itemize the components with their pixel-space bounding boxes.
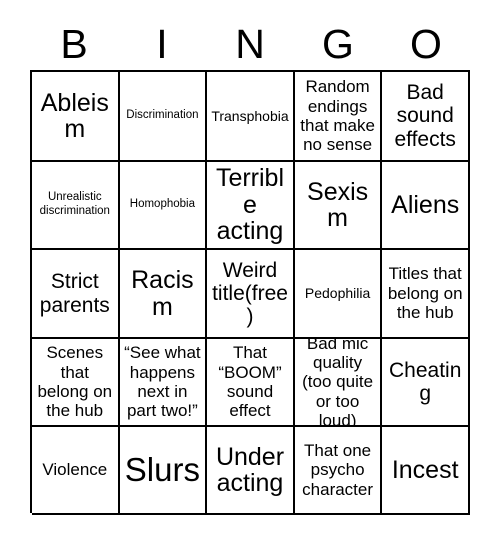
bingo-header: B I N G O [30, 18, 470, 70]
bingo-cell-label: Aliens [391, 190, 460, 219]
bingo-cell-g3[interactable]: Pedophilia [294, 250, 383, 339]
bingo-cell-label: Terrible acting [215, 164, 285, 246]
bingo-cell-free-space[interactable]: Weird title(free) [207, 250, 295, 339]
bingo-cell-label: Bad mic quality (too quite or too loud) [302, 339, 374, 427]
bingo-header-letter-o: O [410, 20, 442, 67]
bingo-cell-g2[interactable]: Sexism [294, 162, 383, 250]
bingo-card: B I N G O Ableism Discrimination Transph… [0, 0, 500, 544]
bingo-cell-i4[interactable]: “See what happens next in part two!” [119, 339, 208, 427]
bingo-cell-i2[interactable]: Homophobia [119, 162, 208, 250]
bingo-cell-o5[interactable]: Incest [382, 427, 470, 515]
bingo-cell-label: Titles that belong on the hub [387, 264, 463, 323]
bingo-cell-label: Random endings that make no sense [300, 77, 375, 155]
bingo-cell-o1[interactable]: Bad sound effects [382, 72, 470, 162]
bingo-cell-g5[interactable]: That one psycho character [294, 427, 383, 515]
bingo-cell-n2[interactable]: Terrible acting [207, 162, 295, 250]
bingo-cell-label: Ableism [40, 88, 109, 143]
bingo-cell-o2[interactable]: Aliens [382, 162, 470, 250]
bingo-header-letter-b: B [60, 20, 88, 67]
bingo-cell-i3[interactable]: Racism [119, 250, 208, 339]
bingo-cell-label: That one psycho character [302, 440, 374, 499]
bingo-header-letter-i: I [156, 20, 168, 67]
bingo-cell-g1[interactable]: Random endings that make no sense [294, 72, 383, 162]
bingo-cell-label: “See what happens next in part two!” [124, 343, 201, 421]
bingo-cell-label: Sexism [307, 177, 369, 232]
bingo-cell-label: Violence [42, 460, 108, 480]
bingo-cell-label: Incest [391, 455, 459, 484]
bingo-cell-o3[interactable]: Titles that belong on the hub [382, 250, 470, 339]
bingo-cell-label: Homophobia [129, 198, 195, 211]
bingo-cell-b4[interactable]: Scenes that belong on the hub [32, 339, 120, 427]
bingo-cell-b2[interactable]: Unrealistic discrimination [32, 162, 120, 250]
bingo-cell-label: Discrimination [126, 109, 199, 122]
bingo-cell-g4[interactable]: Bad mic quality (too quite or too loud) [294, 339, 383, 427]
bingo-cell-label: Pedophilia [304, 285, 371, 302]
bingo-cell-label: Weird title(free) [212, 258, 288, 329]
bingo-cell-b3[interactable]: Strict parents [32, 250, 120, 339]
bingo-cell-i5[interactable]: Slurs [119, 427, 208, 515]
bingo-cell-i1[interactable]: Discrimination [119, 72, 208, 162]
bingo-cell-label: Under acting [215, 442, 285, 497]
bingo-cell-n1[interactable]: Transphobia [207, 72, 295, 162]
bingo-cell-n4[interactable]: That “BOOM” sound effect [207, 339, 295, 427]
bingo-cell-label: Bad sound effects [394, 81, 456, 151]
bingo-cell-label: Cheating [388, 358, 462, 405]
bingo-header-letter-g: G [322, 20, 354, 67]
bingo-cell-label: Racism [131, 266, 194, 321]
bingo-grid: Ableism Discrimination Transphobia Rando… [30, 70, 470, 515]
bingo-cell-label: That “BOOM” sound effect [218, 343, 282, 421]
bingo-cell-o4[interactable]: Cheating [382, 339, 470, 427]
bingo-cell-label: Slurs [124, 450, 200, 488]
bingo-cell-label: Transphobia [211, 107, 289, 124]
bingo-cell-label: Unrealistic discrimination [39, 191, 110, 217]
bingo-cell-b1[interactable]: Ableism [32, 72, 120, 162]
bingo-cell-label: Scenes that belong on the hub [37, 343, 113, 421]
bingo-header-letter-n: N [235, 20, 265, 67]
bingo-cell-n5[interactable]: Under acting [207, 427, 295, 515]
bingo-cell-b5[interactable]: Violence [32, 427, 120, 515]
bingo-cell-label: Strict parents [39, 270, 110, 317]
